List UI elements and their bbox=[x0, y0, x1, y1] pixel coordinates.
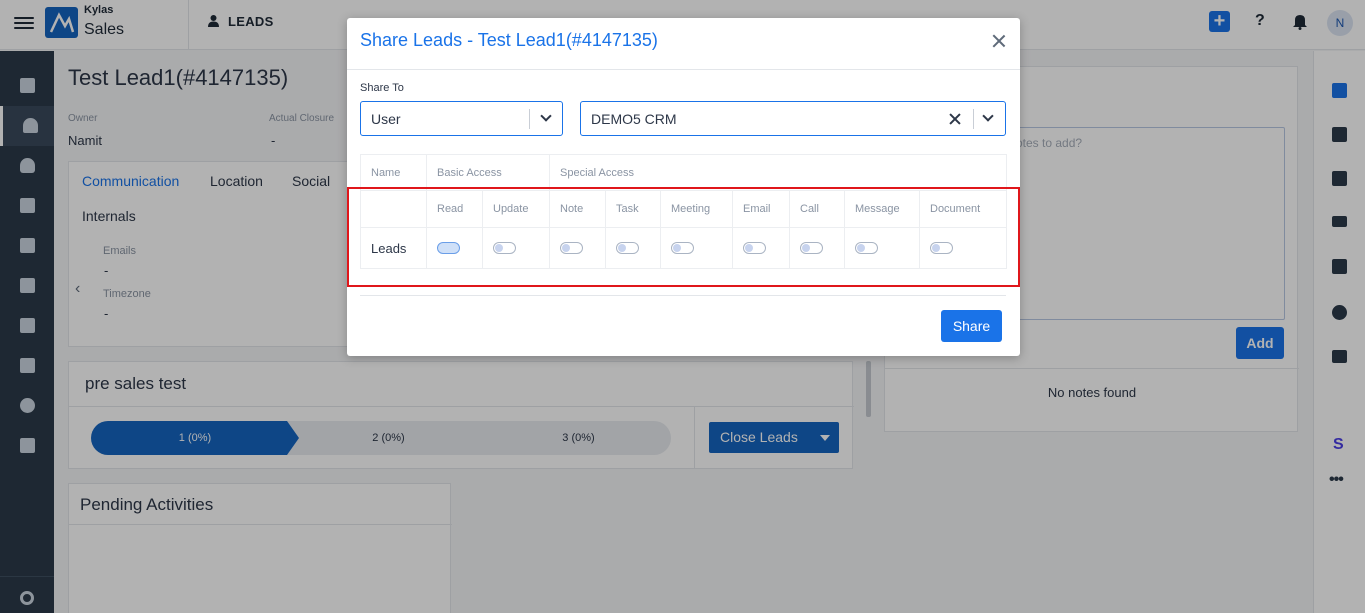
cell-update bbox=[482, 227, 550, 269]
clear-icon[interactable] bbox=[949, 113, 961, 125]
share-leads-modal: Share Leads - Test Lead1(#4147135) Share… bbox=[347, 18, 1020, 356]
group-header-special: Special Access bbox=[549, 154, 1007, 191]
divider bbox=[973, 109, 974, 129]
share-type-select[interactable]: User bbox=[360, 101, 563, 136]
chevron-down-icon[interactable] bbox=[982, 110, 994, 122]
share-button[interactable]: Share bbox=[941, 310, 1002, 342]
toggle-email[interactable] bbox=[743, 242, 766, 255]
table-permission-header: Read Update Note Task Meeting Email Call… bbox=[360, 190, 1007, 228]
toggle-read[interactable] bbox=[437, 242, 460, 255]
table-group-header: Name Basic Access Special Access bbox=[360, 154, 1007, 191]
share-user-select[interactable]: DEMO5 CRM bbox=[580, 101, 1006, 136]
permissions-table: Name Basic Access Special Access Read Up… bbox=[360, 154, 1007, 269]
column-header-update: Update bbox=[482, 190, 550, 228]
cell-email bbox=[732, 227, 790, 269]
table-row: Leads bbox=[360, 227, 1007, 269]
cell-task bbox=[605, 227, 661, 269]
row-label-leads: Leads bbox=[360, 227, 427, 269]
column-header-message: Message bbox=[844, 190, 920, 228]
column-header-document: Document bbox=[919, 190, 1007, 228]
toggle-task[interactable] bbox=[616, 242, 639, 255]
share-to-label: Share To bbox=[360, 82, 404, 94]
toggle-meeting[interactable] bbox=[671, 242, 694, 255]
toggle-note[interactable] bbox=[560, 242, 583, 255]
column-header-meeting: Meeting bbox=[660, 190, 733, 228]
modal-title: Share Leads - Test Lead1(#4147135) bbox=[360, 30, 658, 50]
cell-meeting bbox=[660, 227, 733, 269]
share-user-value: DEMO5 CRM bbox=[591, 111, 677, 127]
cell-document bbox=[919, 227, 1007, 269]
column-header-call: Call bbox=[789, 190, 845, 228]
modal-header: Share Leads - Test Lead1(#4147135) bbox=[347, 18, 1020, 70]
cell-read bbox=[426, 227, 483, 269]
toggle-call[interactable] bbox=[800, 242, 823, 255]
toggle-update[interactable] bbox=[493, 242, 516, 255]
share-type-value: User bbox=[371, 111, 401, 127]
chevron-down-icon[interactable] bbox=[540, 110, 552, 122]
column-header-read: Read bbox=[426, 190, 483, 228]
toggle-message[interactable] bbox=[855, 242, 878, 255]
toggle-document[interactable] bbox=[930, 242, 953, 255]
divider bbox=[360, 295, 1006, 296]
cell-call bbox=[789, 227, 845, 269]
column-header-task: Task bbox=[605, 190, 661, 228]
close-icon[interactable] bbox=[990, 32, 1008, 50]
divider bbox=[529, 109, 530, 129]
column-header-name: Name bbox=[360, 154, 427, 191]
column-header-email: Email bbox=[732, 190, 790, 228]
group-header-basic: Basic Access bbox=[426, 154, 550, 191]
column-header-note: Note bbox=[549, 190, 606, 228]
cell-message bbox=[844, 227, 920, 269]
column-header-empty bbox=[360, 190, 427, 228]
cell-note bbox=[549, 227, 606, 269]
